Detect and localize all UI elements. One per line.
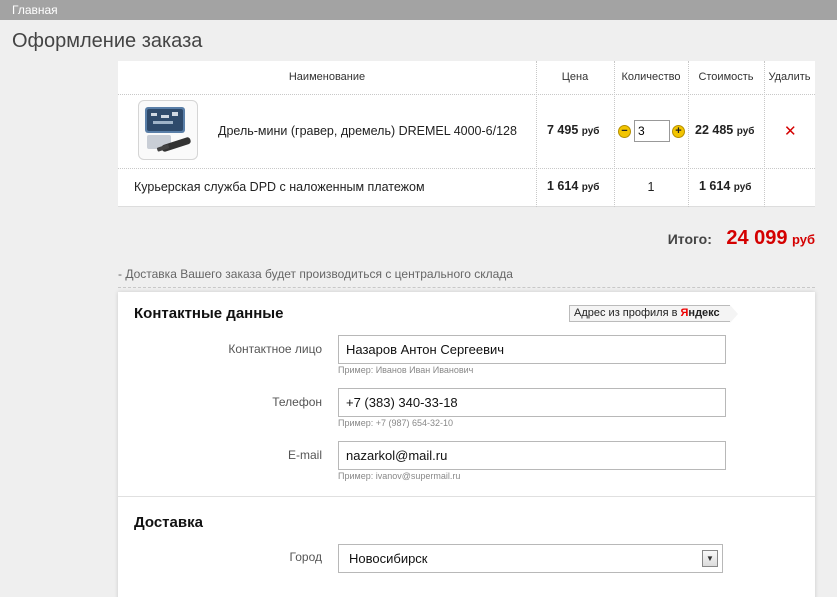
phone-hint: Пример: +7 (987) 654-32-10 (338, 418, 454, 428)
header-delete: Удалить (768, 71, 811, 83)
delete-item-icon[interactable]: ✕ (784, 122, 797, 140)
yandex-logo: Яндекс (680, 307, 720, 319)
delivery-quantity: 1 (647, 180, 655, 194)
home-link[interactable]: Главная (12, 3, 58, 17)
header-price: Цена (561, 71, 589, 83)
city-select[interactable]: Новосибирск ▼ (338, 544, 723, 573)
total-currency: руб (791, 232, 815, 247)
top-nav-bar: Главная (0, 0, 837, 20)
delivery-note: - Доставка Вашего заказа будет производи… (118, 267, 513, 281)
quantity-decrease-button[interactable]: − (618, 125, 631, 138)
order-total: Итого: 24 099 руб (668, 227, 815, 250)
contact-person-input[interactable] (338, 335, 726, 364)
page-title: Оформление заказа (12, 30, 203, 52)
chevron-down-icon[interactable]: ▼ (702, 550, 718, 567)
city-label: Город (289, 550, 322, 564)
total-label: Итого: (667, 231, 712, 247)
delivery-cost: 1 614 руб (699, 179, 752, 193)
contacts-section-title: Контактные данные (134, 305, 284, 322)
delivery-section-title: Доставка (134, 514, 203, 531)
checkout-form: Контактные данные Адрес из профиля в Янд… (118, 292, 815, 597)
contact-person-hint: Пример: Иванов Иван Иванович (338, 365, 474, 375)
header-name: Наименование (288, 71, 366, 83)
product-price: 7 495 руб (547, 123, 600, 137)
total-value: 24 099 (726, 227, 788, 249)
city-selected-value: Новосибирск (349, 551, 428, 566)
phone-label: Телефон (272, 395, 322, 409)
yandex-profile-address-button[interactable]: Адрес из профиля в Яндекс (569, 305, 738, 323)
quantity-input[interactable] (634, 120, 670, 142)
email-label: E-mail (287, 448, 322, 462)
cart-table: Наименование Цена Количество Стоимость У… (118, 61, 815, 207)
header-cost: Стоимость (698, 71, 754, 83)
delivery-price: 1 614 руб (547, 179, 600, 193)
quantity-increase-button[interactable]: + (672, 125, 685, 138)
header-quantity: Количество (621, 71, 681, 83)
contact-person-label: Контактное лицо (228, 342, 322, 356)
phone-input[interactable] (338, 388, 726, 417)
row-divider (118, 168, 815, 169)
delivery-service-name: Курьерская служба DPD с наложенным плате… (134, 180, 425, 194)
dremel-kit-image (145, 107, 191, 152)
section-divider (118, 496, 815, 497)
email-hint: Пример: ivanov@supermail.ru (338, 471, 461, 481)
row-divider (118, 94, 815, 95)
product-cost: 22 485 руб (695, 123, 755, 137)
product-name: Дрель-мини (гравер, дремель) DREMEL 4000… (218, 124, 517, 138)
divider (118, 287, 815, 288)
email-input[interactable] (338, 441, 726, 470)
product-thumbnail[interactable] (138, 100, 198, 160)
